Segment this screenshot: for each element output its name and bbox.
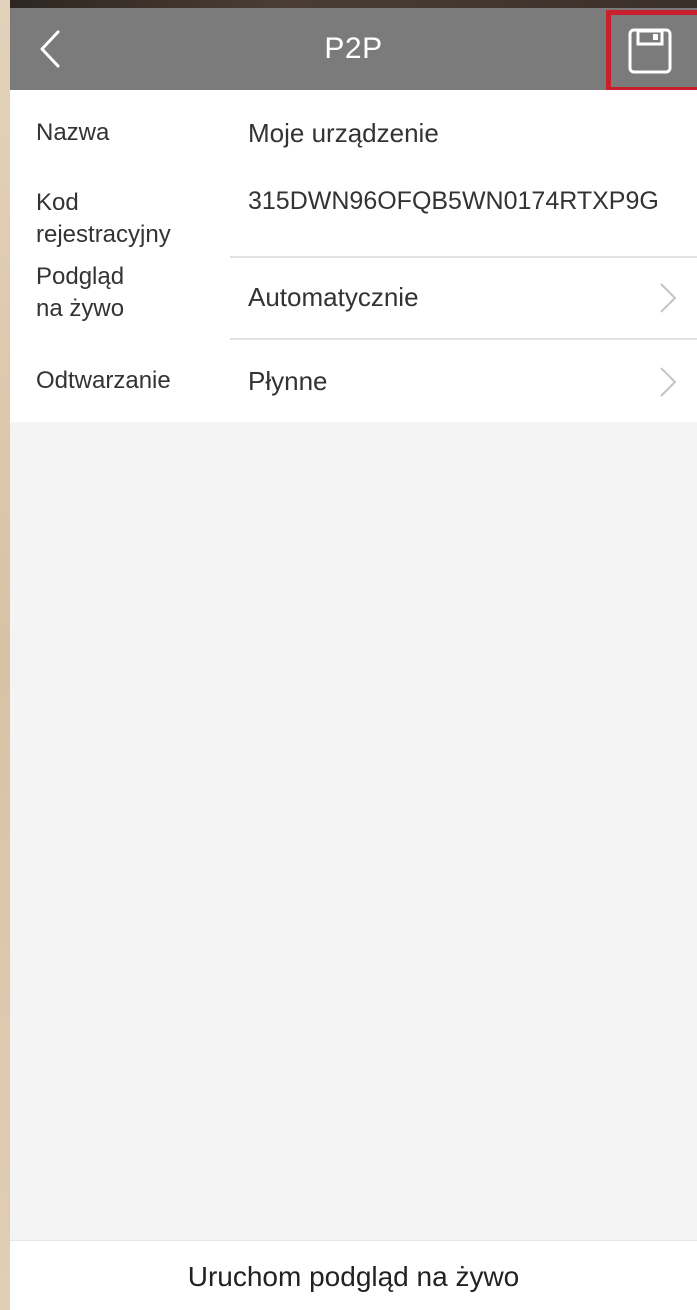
live-view-value: Automatycznie	[248, 282, 419, 312]
name-value[interactable]: Moje urządzenie	[248, 116, 439, 150]
save-button[interactable]	[624, 25, 676, 77]
name-row[interactable]: Nazwa Moje urządzenie	[10, 90, 697, 174]
registration-code-label-line2: rejestracyjny	[36, 221, 171, 248]
playback-value: Płynne	[248, 366, 328, 396]
registration-code-value: 315DWN96OFQB5WN0174RTXP9G	[248, 187, 659, 215]
registration-code-label-line1: Kod	[36, 189, 79, 216]
device-frame-top	[0, 0, 697, 8]
live-view-row[interactable]: Podgląd na żywo Automatycznie	[10, 258, 697, 338]
chevron-right-icon	[660, 283, 677, 313]
start-live-view-label: Uruchom podgląd na żywo	[187, 1261, 520, 1292]
live-view-label-clip: Podgląd na żywo	[10, 258, 230, 322]
app-header: P2P	[10, 8, 697, 92]
live-view-label-line1: Podgląd	[36, 263, 125, 290]
floppy-disk-icon	[628, 28, 672, 74]
page-title: P2P	[324, 32, 383, 65]
start-live-view-button[interactable]: Uruchom podgląd na żywo	[10, 1240, 697, 1310]
app-screen: P2P Nazwa Moje urządzenie Kod rejestracy…	[10, 8, 697, 1310]
settings-list: Nazwa Moje urządzenie Kod rejestracyjny …	[10, 90, 697, 422]
playback-row[interactable]: Odtwarzanie Płynne	[10, 340, 697, 422]
playback-label: Odtwarzanie	[36, 367, 171, 394]
name-label: Nazwa	[36, 119, 110, 146]
chevron-right-icon	[660, 367, 677, 397]
device-frame-left	[0, 0, 10, 1310]
live-view-label-line2: na żywo	[36, 295, 125, 322]
registration-code-row: Kod rejestracyjny 315DWN96OFQB5WN0174RTX…	[10, 174, 697, 256]
